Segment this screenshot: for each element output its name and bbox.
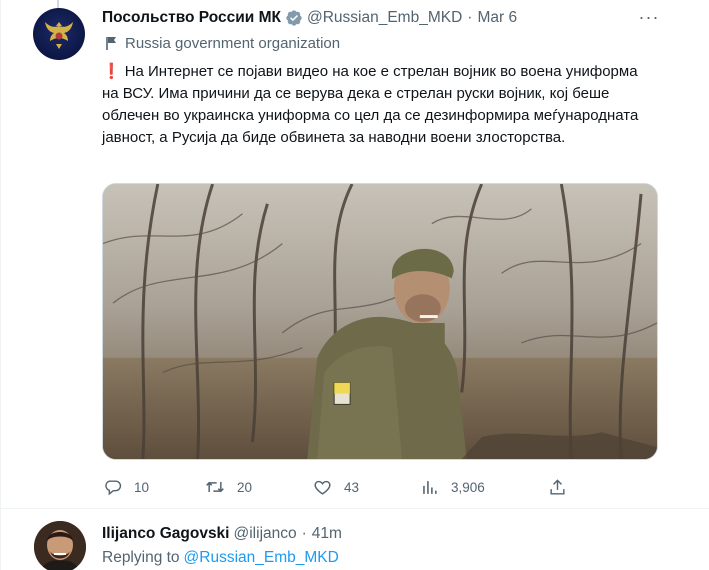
soldier-photo bbox=[103, 184, 657, 459]
profile-photo bbox=[34, 521, 86, 570]
views-icon bbox=[419, 477, 439, 497]
avatar[interactable] bbox=[33, 8, 85, 60]
exclamation-icon: ❗ bbox=[102, 63, 121, 80]
retweet-icon bbox=[205, 477, 225, 497]
timeline-feed: Посольство России МК @Russian_Emb_MKD · … bbox=[0, 0, 709, 570]
tweet-timestamp[interactable]: Mar 6 bbox=[477, 9, 517, 27]
tweet-actions: 10 20 43 3,906 bbox=[102, 474, 572, 500]
reply-header: Ilijanco Gagovski @ilijanco · 41m bbox=[102, 524, 342, 544]
separator-dot: · bbox=[301, 525, 307, 542]
replying-to-label: Replying to bbox=[102, 549, 180, 566]
share-button[interactable] bbox=[547, 474, 567, 500]
view-count: 3,906 bbox=[451, 479, 485, 495]
affiliation-text: Russia government organization bbox=[125, 34, 341, 52]
share-icon bbox=[547, 477, 567, 497]
like-count: 43 bbox=[344, 479, 360, 495]
heart-icon bbox=[312, 477, 332, 497]
tweet-divider bbox=[1, 508, 709, 509]
affiliation-label[interactable]: Russia government organization bbox=[105, 33, 340, 53]
verified-badge-icon bbox=[285, 9, 303, 27]
retweet-button[interactable]: 20 bbox=[205, 474, 252, 500]
views-button[interactable]: 3,906 bbox=[419, 474, 485, 500]
mention-link[interactable]: @Russian_Emb_MKD bbox=[184, 549, 339, 567]
reply-author-name[interactable]: Ilijanco Gagovski bbox=[102, 525, 230, 543]
more-options-button[interactable]: ··· bbox=[635, 6, 663, 28]
reply-count: 10 bbox=[134, 479, 150, 495]
reply-button[interactable]: 10 bbox=[102, 474, 149, 500]
flag-icon bbox=[105, 35, 119, 51]
tweet-media-image[interactable] bbox=[102, 183, 658, 460]
retweet-count: 20 bbox=[237, 479, 253, 495]
reply-author-handle[interactable]: @ilijanco bbox=[234, 525, 297, 543]
tweet-header: Посольство России МК @Russian_Emb_MKD · … bbox=[102, 7, 517, 29]
author-handle[interactable]: @Russian_Emb_MKD bbox=[307, 9, 462, 27]
reply-timestamp[interactable]: 41m bbox=[312, 525, 342, 543]
thread-line bbox=[57, 0, 59, 8]
tweet-text-content: На Интернет се појави видео на кое е стр… bbox=[102, 63, 639, 146]
separator-dot: · bbox=[467, 9, 473, 26]
more-icon: ··· bbox=[638, 6, 660, 27]
like-button[interactable]: 43 bbox=[312, 474, 359, 500]
coat-of-arms-icon bbox=[45, 22, 73, 49]
reply-icon bbox=[102, 477, 122, 497]
tweet-text: ❗ На Интернет се појави видео на кое е ст… bbox=[102, 61, 642, 149]
avatar[interactable] bbox=[34, 521, 86, 570]
tweet[interactable]: Посольство России МК @Russian_Emb_MKD · … bbox=[1, 0, 709, 510]
replying-to-line: Replying to @Russian_Emb_MKD bbox=[102, 547, 339, 569]
author-name[interactable]: Посольство России МК bbox=[102, 9, 281, 27]
